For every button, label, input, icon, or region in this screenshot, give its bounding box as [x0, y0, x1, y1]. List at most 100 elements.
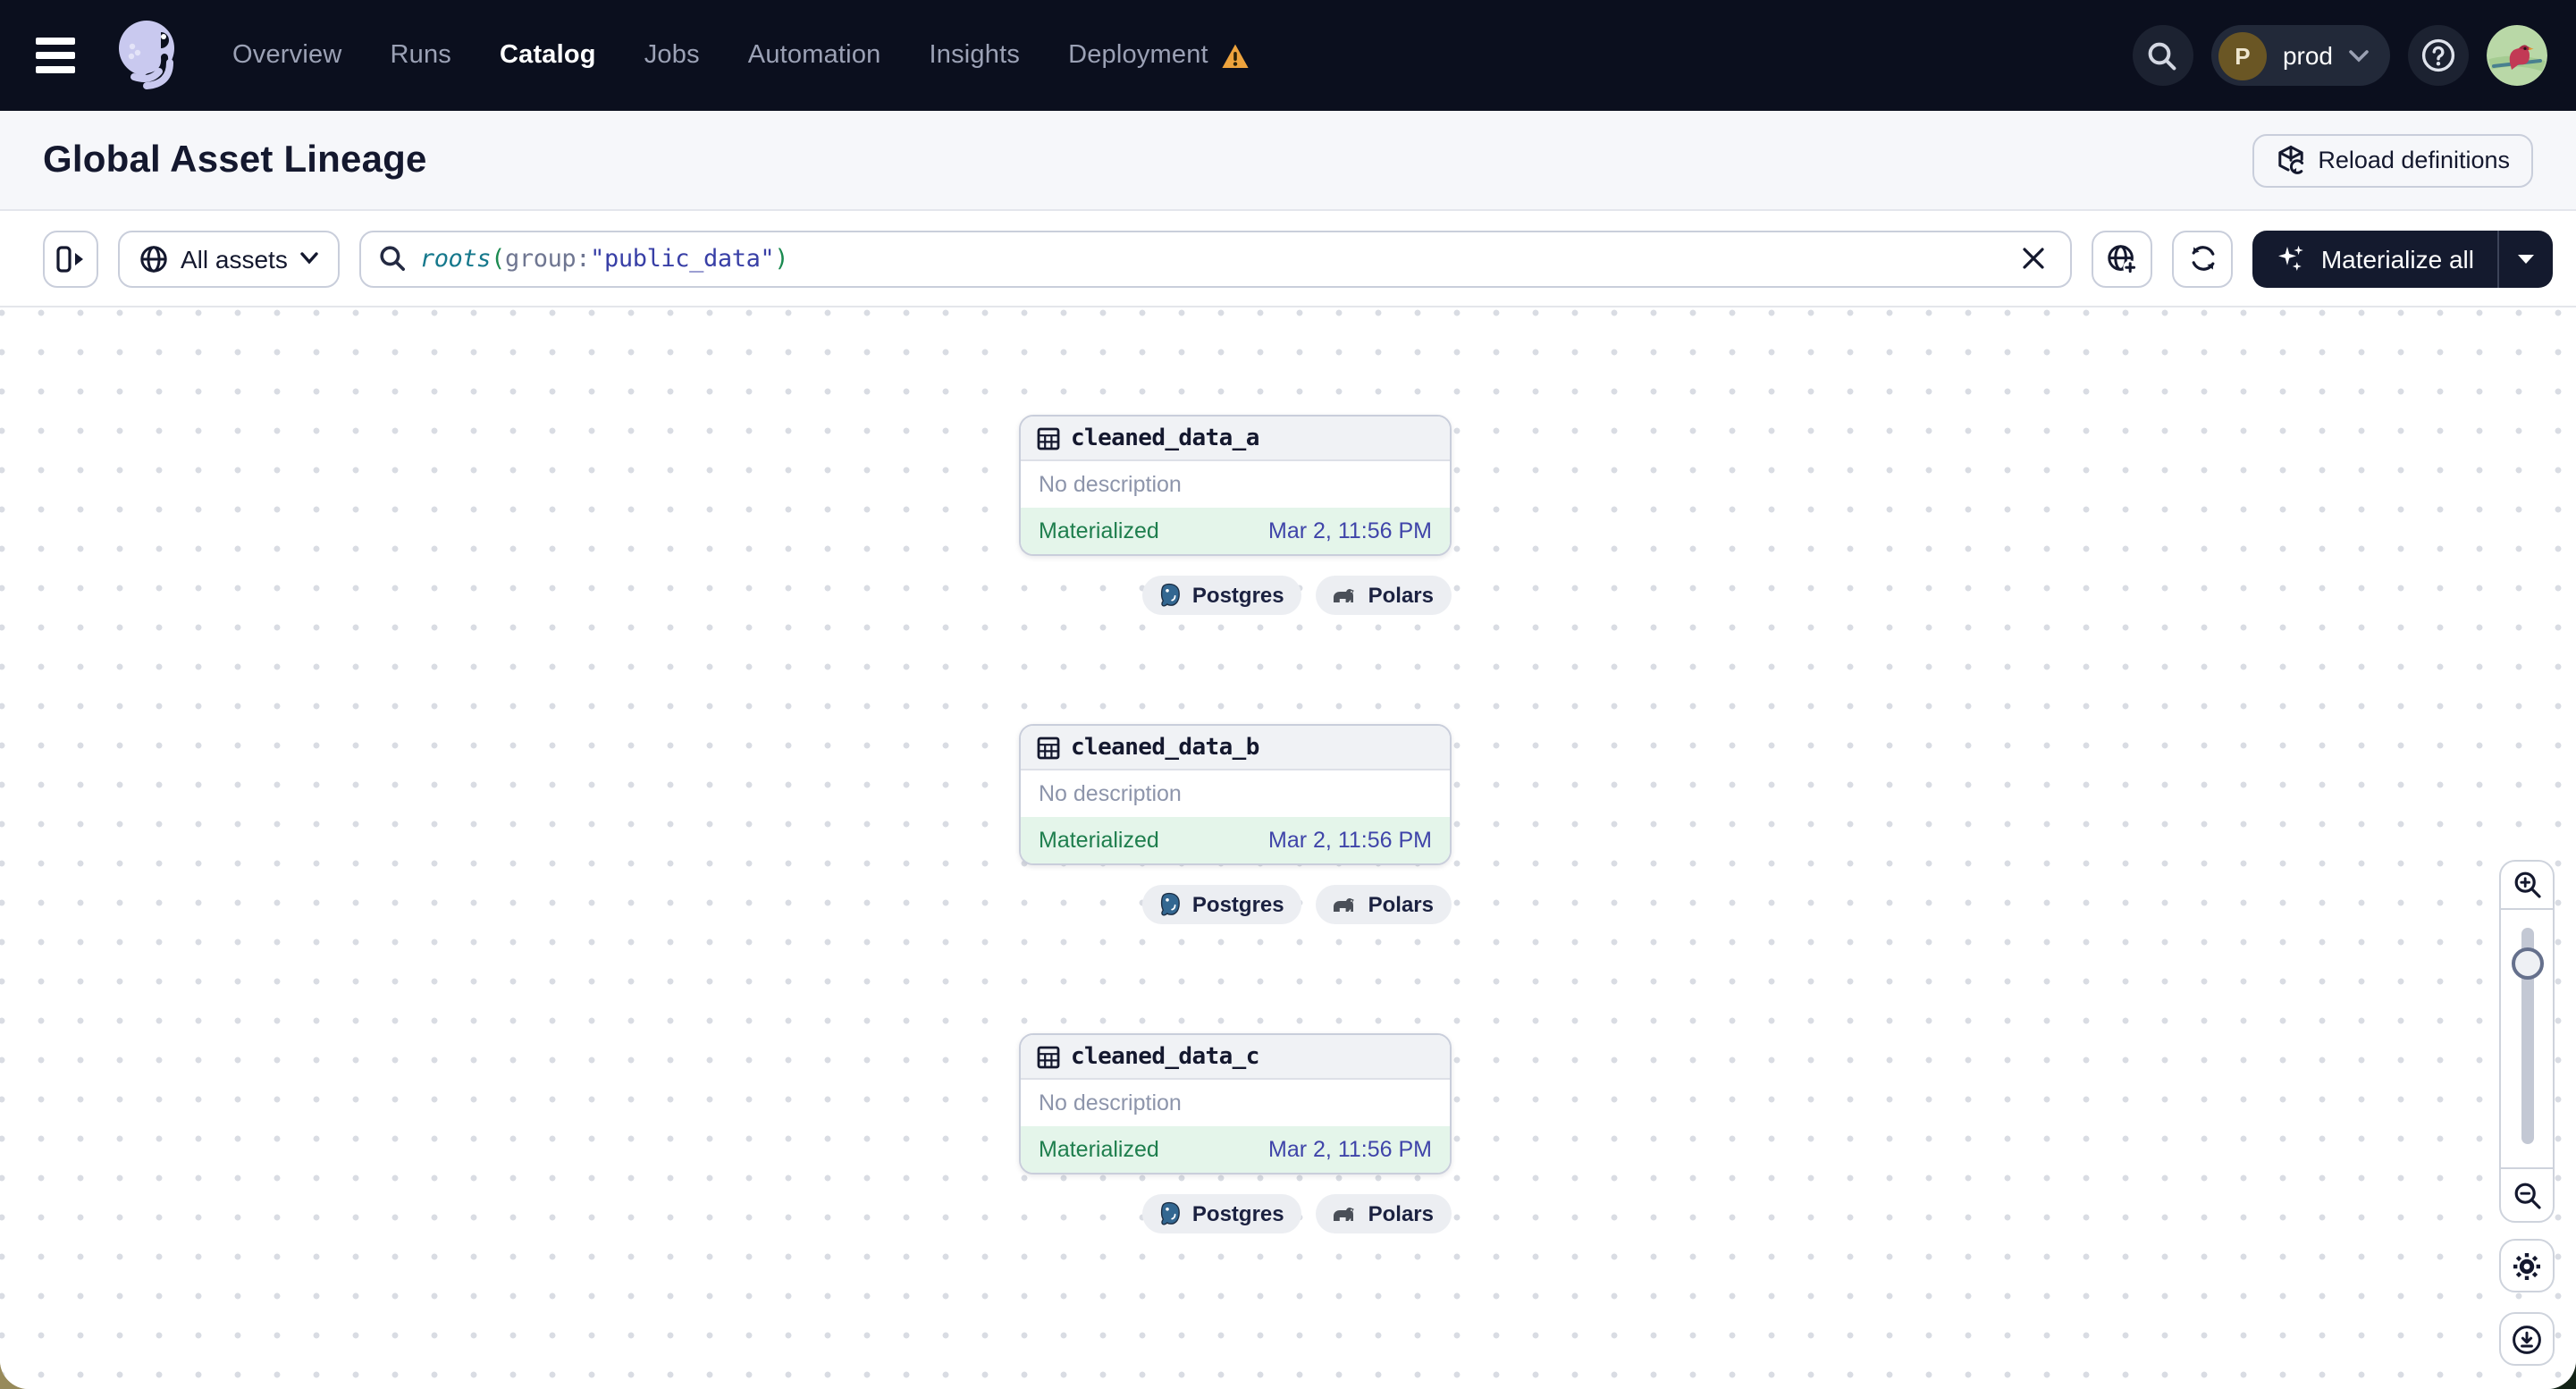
- asset-card-header: cleaned_data_c: [1021, 1035, 1450, 1080]
- asset-filter-dropdown[interactable]: All assets: [118, 230, 340, 287]
- environment-name: prod: [2282, 41, 2333, 70]
- nav-right-cluster: P prod: [2132, 25, 2547, 86]
- caret-down-icon: [2518, 254, 2534, 263]
- nav-item-deployment-label: Deployment: [1068, 41, 1208, 70]
- asset-status-label: Materialized: [1039, 518, 1159, 543]
- global-search-button[interactable]: [2132, 25, 2193, 86]
- globe-plus-icon: [2109, 244, 2138, 274]
- zoom-in-icon: [2513, 871, 2540, 898]
- nav-item-insights[interactable]: Insights: [930, 41, 1021, 70]
- materialize-all-split-button: Materialize all: [2252, 230, 2553, 287]
- zoom-slider[interactable]: [2501, 910, 2553, 1167]
- asset-node-cleaned-data-b: cleaned_data_b No description Materializ…: [1019, 724, 1452, 924]
- asset-description: No description: [1039, 472, 1182, 497]
- materialize-all-label: Materialize all: [2320, 244, 2474, 273]
- zoom-in-button[interactable]: [2501, 862, 2553, 910]
- avatar-bird-image: [2487, 25, 2547, 86]
- asset-card-header: cleaned_data_b: [1021, 726, 1450, 770]
- sidebar-toggle-button[interactable]: [43, 230, 98, 287]
- environment-avatar: P: [2218, 31, 2267, 80]
- zoom-control-group: [2499, 860, 2555, 1223]
- gear-icon: [2513, 1252, 2540, 1279]
- materialize-options-button[interactable]: [2499, 230, 2553, 287]
- tag-postgres[interactable]: Postgres: [1141, 576, 1302, 615]
- asset-card-body: No description: [1021, 461, 1450, 508]
- asset-description: No description: [1039, 781, 1182, 806]
- asset-filter-label: All assets: [181, 244, 288, 273]
- asset-card-body: No description: [1021, 770, 1450, 817]
- asset-card-footer: Materialized Mar 2, 11:56 PM: [1021, 1126, 1450, 1173]
- table-icon: [1037, 736, 1060, 759]
- polars-icon: [1334, 1208, 1355, 1221]
- user-avatar[interactable]: [2487, 25, 2547, 86]
- asset-selection-query: roots(group:"public_data"): [419, 244, 789, 273]
- asset-status-label: Materialized: [1039, 828, 1159, 853]
- reload-definitions-button[interactable]: Reload definitions: [2252, 133, 2533, 187]
- tag-polars[interactable]: Polars: [1316, 1194, 1452, 1233]
- polars-icon: [1334, 589, 1355, 602]
- asset-card[interactable]: cleaned_data_a No description Materializ…: [1019, 415, 1452, 556]
- tag-postgres[interactable]: Postgres: [1141, 1194, 1302, 1233]
- hamburger-menu-icon[interactable]: [29, 25, 89, 86]
- dagster-logo-icon[interactable]: [111, 14, 186, 97]
- postgres-icon: [1160, 583, 1180, 607]
- view-scope-button[interactable]: [2092, 230, 2153, 287]
- nav-item-catalog[interactable]: Catalog: [500, 41, 596, 70]
- postgres-icon: [1160, 1201, 1180, 1225]
- clear-query-button[interactable]: [2014, 239, 2053, 278]
- asset-selection-input[interactable]: roots(group:"public_data"): [358, 230, 2073, 287]
- tag-label: Polars: [1368, 1201, 1434, 1226]
- asset-card-footer: Materialized Mar 2, 11:56 PM: [1021, 508, 1450, 554]
- tag-label: Postgres: [1191, 892, 1284, 917]
- nav-item-automation[interactable]: Automation: [748, 41, 881, 70]
- dagster-app-window: Overview Runs Catalog Jobs Automation In…: [0, 0, 2576, 1389]
- table-icon: [1037, 426, 1060, 450]
- globe-icon: [140, 245, 167, 272]
- search-icon: [380, 246, 405, 272]
- warning-icon: [1222, 43, 1249, 67]
- reload-cube-icon: [2277, 145, 2303, 174]
- zoom-out-button[interactable]: [2501, 1167, 2553, 1221]
- materialize-all-button[interactable]: Materialize all: [2253, 230, 2497, 287]
- graph-settings-button[interactable]: [2499, 1239, 2555, 1292]
- asset-description: No description: [1039, 1090, 1182, 1115]
- sparkles-icon: [2278, 245, 2304, 271]
- nav-item-overview[interactable]: Overview: [232, 41, 341, 70]
- asset-node-cleaned-data-a: cleaned_data_a No description Materializ…: [1019, 415, 1452, 615]
- tag-polars[interactable]: Polars: [1316, 885, 1452, 924]
- refresh-button[interactable]: [2172, 230, 2234, 287]
- nav-item-deployment[interactable]: Deployment: [1068, 41, 1250, 70]
- question-icon: [2421, 38, 2455, 72]
- postgres-icon: [1160, 892, 1180, 916]
- chevron-down-icon: [300, 252, 318, 265]
- nav-item-jobs[interactable]: Jobs: [644, 41, 700, 70]
- zoom-out-icon: [2513, 1182, 2540, 1208]
- help-button[interactable]: [2408, 25, 2469, 86]
- tag-postgres[interactable]: Postgres: [1141, 885, 1302, 924]
- asset-card[interactable]: cleaned_data_b No description Materializ…: [1019, 724, 1452, 865]
- asset-card-footer: Materialized Mar 2, 11:56 PM: [1021, 817, 1450, 863]
- tag-label: Polars: [1368, 892, 1434, 917]
- nav-links: Overview Runs Catalog Jobs Automation In…: [232, 41, 1250, 70]
- tag-polars[interactable]: Polars: [1316, 576, 1452, 615]
- page-title: Global Asset Lineage: [43, 139, 427, 180]
- lineage-canvas[interactable]: cleaned_data_a No description Materializ…: [0, 307, 2576, 1389]
- nav-item-runs[interactable]: Runs: [390, 41, 451, 70]
- asset-materialized-time[interactable]: Mar 2, 11:56 PM: [1268, 828, 1432, 853]
- top-nav: Overview Runs Catalog Jobs Automation In…: [0, 0, 2576, 111]
- asset-tag-row: Postgres Polars: [1019, 1194, 1452, 1233]
- environment-switcher[interactable]: P prod: [2210, 25, 2390, 86]
- asset-node-cleaned-data-c: cleaned_data_c No description Materializ…: [1019, 1033, 1452, 1233]
- asset-card[interactable]: cleaned_data_c No description Materializ…: [1019, 1033, 1452, 1174]
- chevron-down-icon: [2349, 49, 2369, 62]
- asset-materialized-time[interactable]: Mar 2, 11:56 PM: [1268, 518, 1432, 543]
- search-icon: [2149, 41, 2177, 70]
- zoom-slider-knob[interactable]: [2511, 947, 2543, 980]
- asset-name: cleaned_data_a: [1071, 425, 1259, 451]
- polars-icon: [1334, 898, 1355, 912]
- reload-definitions-label: Reload definitions: [2318, 147, 2510, 173]
- refresh-icon: [2192, 246, 2215, 271]
- download-graph-button[interactable]: [2499, 1312, 2555, 1366]
- tag-label: Polars: [1368, 583, 1434, 608]
- asset-materialized-time[interactable]: Mar 2, 11:56 PM: [1268, 1137, 1432, 1162]
